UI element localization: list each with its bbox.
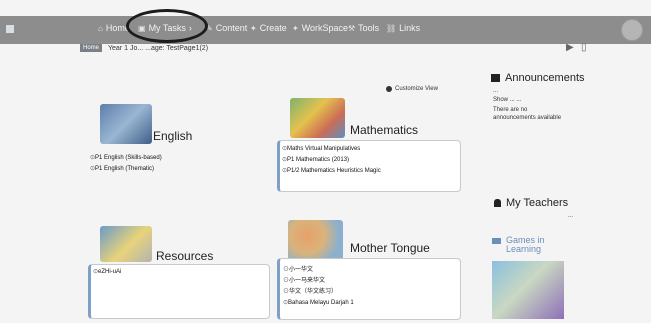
mathematics-tile-image[interactable] <box>290 98 345 138</box>
course-link[interactable]: Bahasa Melayu Darjah 1 <box>283 298 354 309</box>
mathematics-links: Maths Virtual Manipulatives P1 Mathemati… <box>282 144 381 177</box>
workspace-icon: ✦ <box>292 23 299 33</box>
subject-title-english[interactable]: English <box>153 129 192 143</box>
resources-links: eZHi-uAi <box>93 267 121 278</box>
course-link[interactable]: 小一华文 <box>283 265 354 276</box>
tools-icon: ⚒ <box>348 23 356 33</box>
subject-title-mother-tongue[interactable]: Mother Tongue <box>350 241 430 255</box>
course-link[interactable]: P1 English (Thematic) <box>90 164 162 175</box>
person-icon <box>494 199 501 207</box>
course-link[interactable]: Maths Virtual Manipulatives <box>282 144 381 155</box>
my-teachers-header: My Teachers <box>494 197 568 209</box>
avatar[interactable] <box>621 19 643 41</box>
mother-tongue-tile-image[interactable] <box>288 220 343 260</box>
gamepad-icon <box>492 238 501 244</box>
announcement-empty-line1: There are no <box>493 107 528 113</box>
course-link[interactable]: eZHi-uAi <box>93 267 121 278</box>
course-link[interactable]: 小一马来华文 <box>283 276 354 287</box>
resources-tile-image[interactable] <box>100 226 152 262</box>
logo[interactable] <box>6 25 14 33</box>
document-icon[interactable]: ▯ <box>581 42 587 53</box>
course-link[interactable]: P1/2 Mathematics Heuristics Magic <box>282 166 381 177</box>
course-link[interactable]: P1 Mathematics (2013) <box>282 155 381 166</box>
breadcrumb: Home Year 1 Jo... ...age: TestPage1(2) <box>80 44 208 52</box>
announcement-empty-line2: announcements available <box>493 115 562 121</box>
games-banner-image[interactable] <box>492 261 564 319</box>
nav-workspace[interactable]: ✦ WorkSpace <box>292 23 348 33</box>
megaphone-icon <box>491 74 500 82</box>
my-teachers-more[interactable]: ... <box>568 213 573 219</box>
subject-title-resources[interactable]: Resources <box>156 249 213 263</box>
links-icon: ⛓ <box>386 23 397 33</box>
breadcrumb-home[interactable]: Home <box>80 44 103 52</box>
announcement-show-link[interactable]: Show ... ... <box>493 97 521 103</box>
annotation-circle <box>126 9 208 43</box>
nav-create[interactable]: ✦ Create <box>250 23 287 33</box>
nav-tools[interactable]: ⚒ Tools <box>348 23 379 33</box>
subject-title-mathematics[interactable]: Mathematics <box>350 123 418 137</box>
english-links: P1 English (Skills-based) P1 English (Th… <box>90 153 162 175</box>
nav-content[interactable]: ✎ Content <box>206 23 247 33</box>
customize-view-link[interactable]: Customize View <box>386 86 438 92</box>
course-link[interactable]: P1 English (Skills-based) <box>90 153 162 164</box>
play-icon[interactable]: ▶ <box>566 42 574 53</box>
home-icon: ⌂ <box>98 23 103 33</box>
settings-icon <box>386 86 392 92</box>
course-link[interactable]: 华文（华文练习） <box>283 287 354 298</box>
create-icon: ✦ <box>250 23 257 33</box>
top-nav-bar: ⌂ Home ▣ My Tasks › ✎ Content ✦ Create ✦… <box>0 16 651 44</box>
announcement-meta: ... <box>493 88 499 94</box>
mother-tongue-links: 小一华文 小一马来华文 华文（华文练习） Bahasa Melayu Darja… <box>283 265 354 309</box>
english-tile-image[interactable] <box>100 104 152 144</box>
breadcrumb-path: Year 1 Jo... ...age: TestPage1(2) <box>108 44 209 52</box>
nav-links[interactable]: ⛓ Links <box>386 23 420 33</box>
announcements-header: Announcements <box>491 72 585 84</box>
